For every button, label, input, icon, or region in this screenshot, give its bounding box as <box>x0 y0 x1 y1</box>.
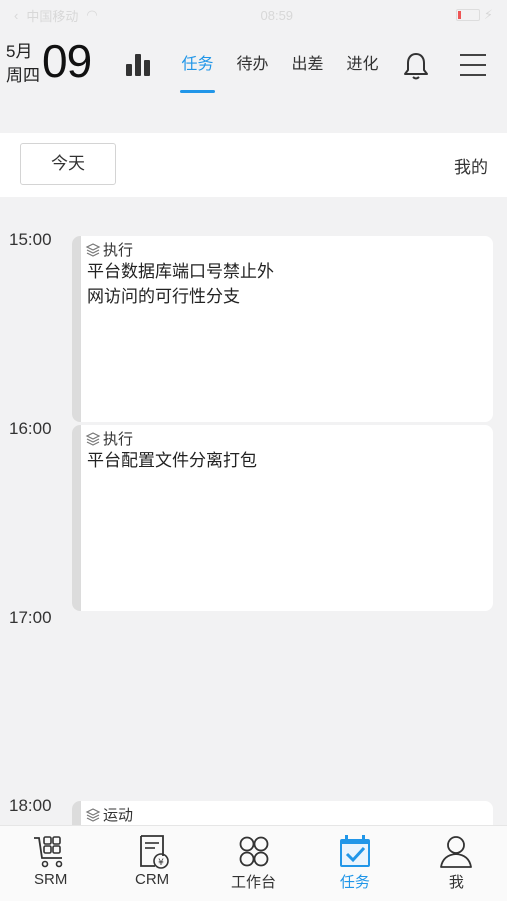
bottom-tab-bar: SRM ¥ CRM 工作台 任务 我 <box>0 825 507 901</box>
bar-chart-icon[interactable] <box>126 52 154 76</box>
tab-srm[interactable]: SRM <box>0 826 101 901</box>
layers-icon <box>85 431 101 446</box>
weekday-label: 周四 <box>6 66 40 85</box>
tab-label: CRM <box>135 871 170 888</box>
header-tabs: 任务 待办 出差 进化 <box>170 52 390 93</box>
task-title: 平台配置文件分离打包 <box>87 451 257 470</box>
tab-label: 我 <box>448 874 464 891</box>
tab-workbench[interactable]: 工作台 <box>203 826 304 901</box>
tab-tasks-bottom[interactable]: 任务 <box>304 826 405 901</box>
tab-todo[interactable]: 待办 <box>225 52 280 92</box>
time-label: 17:00 <box>9 608 52 627</box>
task-title: 平台数据库端口号禁止外网访问的可行性分支 <box>87 262 274 306</box>
invoice-icon: ¥ <box>140 835 169 869</box>
battery-icon <box>455 9 480 21</box>
tab-evolution[interactable]: 进化 <box>335 52 390 92</box>
mine-filter[interactable]: 我的 <box>454 153 488 178</box>
menu-icon[interactable] <box>460 54 486 76</box>
task-card[interactable]: 执行 平台配置文件分离打包 <box>72 425 493 611</box>
svg-text:¥: ¥ <box>158 858 164 868</box>
back-chevron-icon: ‹ <box>14 7 19 23</box>
calendar-check-icon <box>339 835 370 867</box>
header: 5月 周四 09 任务 待办 出差 进化 <box>0 30 507 104</box>
wifi-icon: ◠ <box>86 7 98 22</box>
month-label: 5月 <box>6 42 33 61</box>
task-card[interactable]: 运动 <box>72 801 493 825</box>
today-button[interactable]: 今天 <box>20 143 116 185</box>
day-number[interactable]: 09 <box>42 34 92 88</box>
time-label: 16:00 <box>9 419 52 438</box>
carrier-text: 中国移动 <box>26 8 79 24</box>
task-tag: 执行 <box>103 242 134 259</box>
tab-tasks[interactable]: 任务 <box>170 52 225 93</box>
time-label: 18:00 <box>9 796 52 815</box>
status-bar: ‹ 中国移动 ◠ 08:59 ⚡ <box>0 0 507 30</box>
timeline[interactable]: 15:00 16:00 17:00 18:00 执行 平台数据库端口号禁止外网访… <box>0 200 507 825</box>
person-icon <box>440 836 473 868</box>
tab-label: SRM <box>34 871 68 888</box>
bell-icon[interactable] <box>400 50 432 82</box>
tab-me[interactable]: 我 <box>406 826 507 901</box>
status-time: 08:59 <box>260 7 294 23</box>
charging-icon: ⚡ <box>483 7 493 22</box>
layers-icon <box>85 242 101 257</box>
cart-icon <box>33 836 63 868</box>
layers-icon <box>85 807 101 822</box>
task-tag: 执行 <box>103 431 134 448</box>
tab-label: 工作台 <box>231 874 277 891</box>
date-month-weekday: 5月 周四 <box>6 40 40 88</box>
tab-business-trip[interactable]: 出差 <box>280 52 335 92</box>
task-card[interactable]: 执行 平台数据库端口号禁止外网访问的可行性分支 <box>72 236 493 422</box>
filter-bar: 今天 我的 <box>0 133 507 197</box>
grid-icon <box>239 836 268 867</box>
time-label: 15:00 <box>9 230 52 249</box>
task-tag: 运动 <box>103 807 134 824</box>
tab-crm[interactable]: ¥ CRM <box>101 826 202 901</box>
tab-label: 任务 <box>339 874 370 891</box>
